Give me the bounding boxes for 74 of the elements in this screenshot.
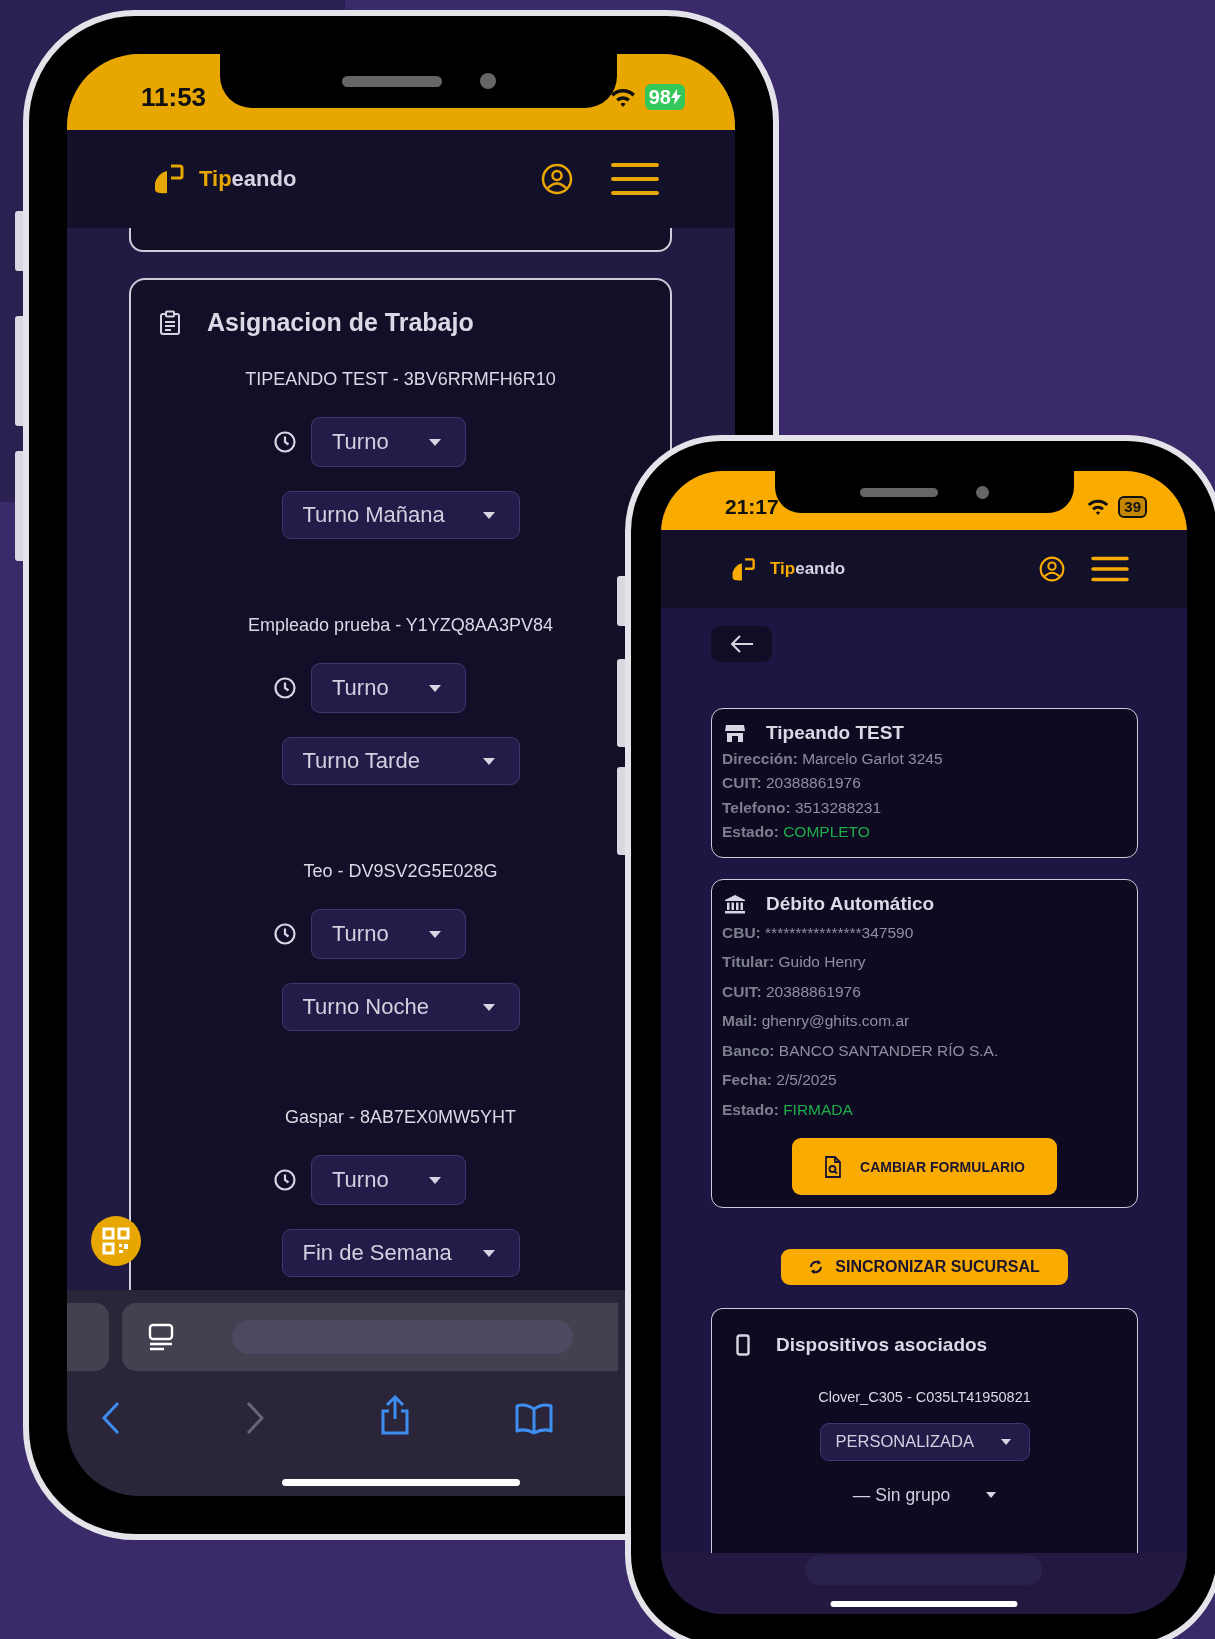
- shift-type-select[interactable]: Turno: [311, 909, 466, 959]
- store-icon: [724, 722, 746, 743]
- mode-select[interactable]: PERSONALIZADA: [819, 1422, 1030, 1461]
- clock-icon: [273, 1168, 297, 1192]
- caret-icon: [482, 1003, 495, 1011]
- brand-name: Tipeando: [199, 166, 297, 192]
- info-line: Fecha: 2/5/2025: [722, 1070, 838, 1090]
- shift-type-select[interactable]: Turno: [311, 1155, 466, 1205]
- status-time: 11:53: [141, 81, 207, 113]
- shift-select[interactable]: Fin de Semana: [281, 1229, 520, 1277]
- wifi-icon: [1086, 497, 1111, 516]
- group-select[interactable]: — Sin grupo: [852, 1484, 997, 1506]
- info-line: Banco: BANCO SANTANDER RÍO S.A.: [722, 1040, 1000, 1061]
- info-line: Titular: Guido Henry: [722, 952, 867, 972]
- card-title: Asignacion de Trabajo: [207, 308, 474, 337]
- info-line: CBU: ****************347590: [722, 922, 915, 943]
- card-title: Tipeando TEST: [766, 721, 904, 744]
- caret-icon: [1000, 1438, 1011, 1445]
- battery-indicator: 39: [1118, 495, 1147, 518]
- smartphone-icon: [736, 1333, 750, 1356]
- caret-icon: [986, 1492, 997, 1499]
- caret-icon: [429, 930, 441, 938]
- logo-icon: [153, 163, 185, 195]
- caret-icon: [482, 511, 495, 519]
- shift-type-select[interactable]: Turno: [311, 663, 466, 713]
- caret-icon: [429, 438, 441, 446]
- shift-select[interactable]: Turno Noche: [281, 983, 520, 1031]
- back-button[interactable]: [711, 626, 772, 662]
- caret-icon: [482, 1249, 495, 1257]
- sync-button[interactable]: SINCRONIZAR SUCURSAL: [781, 1249, 1068, 1285]
- caret-icon: [429, 1176, 441, 1184]
- caret-icon: [482, 757, 495, 765]
- logo-icon: [731, 556, 756, 582]
- profile-icon[interactable]: [541, 163, 573, 195]
- info-line: Estado: FIRMADA: [722, 1099, 854, 1120]
- bank-icon: [724, 893, 746, 914]
- employee-name: Teo - DV9SV2G5E028G: [303, 860, 498, 883]
- info-line: CUIT: 20388861976: [722, 981, 862, 1002]
- caret-icon: [429, 684, 441, 692]
- forward-icon[interactable]: [245, 1401, 265, 1435]
- employee-name: Gaspar - 8AB7EX0MW5YHT: [284, 1106, 517, 1129]
- brand-name: Tipeando: [770, 559, 846, 579]
- battery-indicator: 98: [644, 84, 685, 110]
- device-name: Clover_C305 - C035LT41950821: [818, 1388, 1031, 1405]
- document-search-icon: [824, 1155, 843, 1178]
- employee-name: Empleado prueba - Y1YZQ8AA3PV84: [248, 614, 553, 637]
- profile-icon[interactable]: [1039, 556, 1065, 582]
- shift-select[interactable]: Turno Tarde: [281, 737, 520, 785]
- shift-type-select[interactable]: Turno: [311, 417, 466, 467]
- clock-icon: [273, 676, 297, 700]
- tabs-icon[interactable]: [148, 1323, 174, 1351]
- book-icon[interactable]: [515, 1401, 553, 1435]
- sync-icon: [809, 1258, 824, 1275]
- qr-code-icon: [102, 1227, 130, 1255]
- info-line: Telefono: 3513288231: [722, 797, 883, 818]
- employee-name: TIPEANDO TEST - 3BV6RRMFH6R10: [245, 368, 556, 391]
- info-line: CUIT: 20388861976: [722, 773, 862, 793]
- status-time: 21:17: [725, 494, 779, 519]
- clipboard-icon: [159, 309, 181, 336]
- card-title: Dispositivos asociados: [776, 1333, 988, 1356]
- info-line: Mail: ghenry@ghits.com.ar: [722, 1011, 911, 1031]
- menu-icon[interactable]: [611, 162, 659, 196]
- card-title: Débito Automático: [766, 892, 935, 915]
- qr-code-button[interactable]: [91, 1216, 141, 1266]
- back-icon[interactable]: [101, 1401, 121, 1435]
- clock-icon: [273, 922, 297, 946]
- info-line: Dirección: Marcelo Garlot 3245: [722, 748, 944, 769]
- arrow-left-icon: [728, 633, 755, 654]
- share-icon[interactable]: [379, 1395, 411, 1435]
- info-line: Estado: COMPLETO: [722, 822, 871, 842]
- menu-icon[interactable]: [1091, 556, 1129, 582]
- clock-icon: [273, 430, 297, 454]
- shift-select[interactable]: Turno Mañana: [281, 491, 520, 539]
- change-form-button[interactable]: CAMBIAR FORMULARIO: [792, 1138, 1057, 1195]
